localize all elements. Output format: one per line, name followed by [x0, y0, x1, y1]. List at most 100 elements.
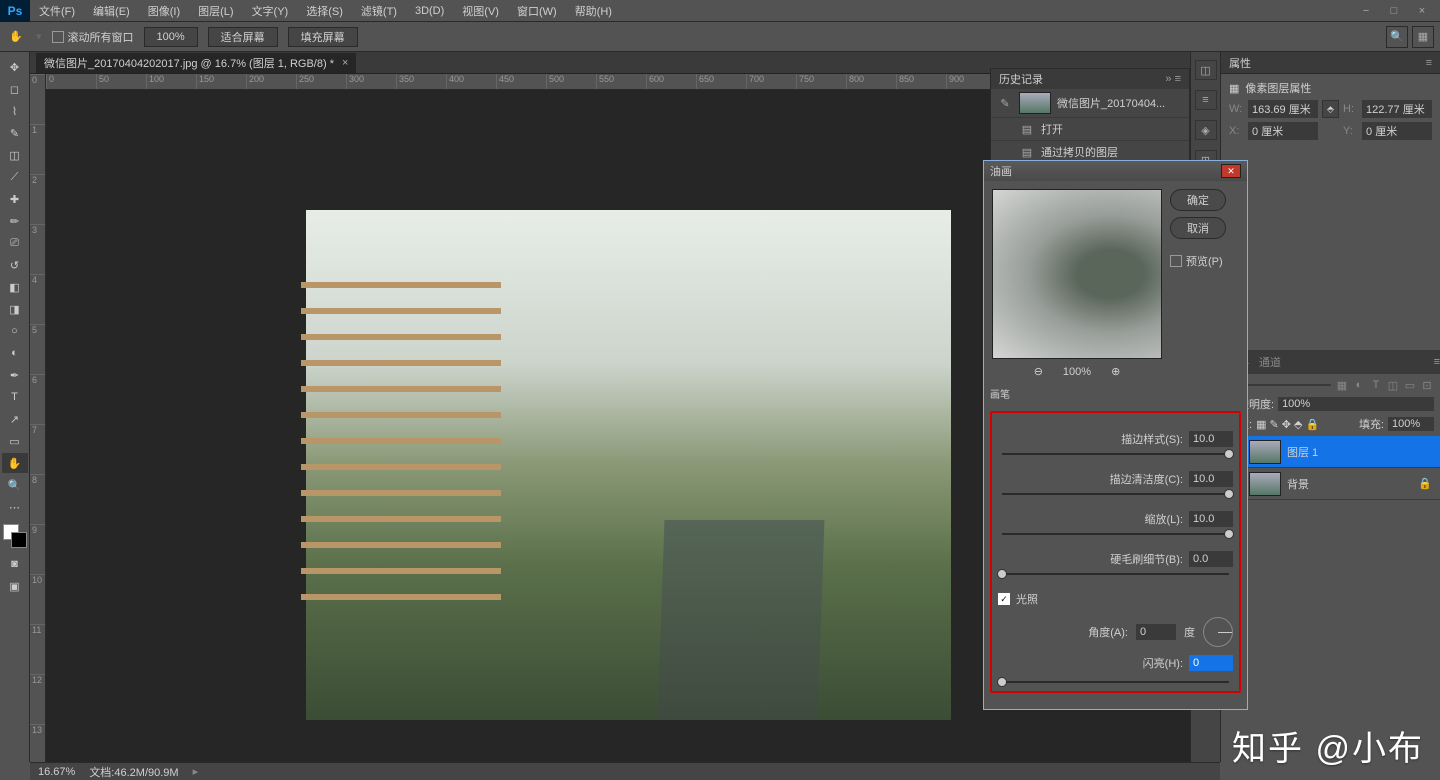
link-icon[interactable]: ⬘ [1322, 100, 1339, 118]
move-tool[interactable]: ✥ [2, 57, 28, 77]
screenmode-tool[interactable]: ▣ [2, 576, 28, 596]
shine-slider[interactable] [997, 677, 1007, 687]
dialog-close-button[interactable]: ✕ [1221, 164, 1241, 178]
eyedropper-tool[interactable]: ⟋ [2, 167, 28, 187]
tools-panel: ✥ ◻ ⌇ ✎ ◫ ⟋ ✚ ✏ ⎚ ↺ ◧ ◨ ○ ◐ ✒ T ↗ ▭ ✋ 🔍 … [0, 52, 30, 762]
right-panels: 属性≡ ▦像素图层属性 W:163.69 厘米 ⬘ H:122.77 厘米 X:… [1220, 52, 1440, 762]
lighting-checkbox[interactable]: ✓ [998, 593, 1010, 605]
height-field[interactable]: 122.77 厘米 [1362, 100, 1432, 118]
filter-preview[interactable] [992, 189, 1162, 359]
channels-tab[interactable]: 通道 [1259, 354, 1281, 370]
menu-3d[interactable]: 3D(D) [406, 0, 453, 22]
layers-panel: 图层 通道 ≡ ▦◐T◫▭⊡ 不透明度:100% 锁定:▦ ✎ ✥ ⬘ 🔒填充:… [1221, 350, 1440, 762]
menu-help[interactable]: 帮助(H) [566, 0, 621, 22]
lasso-tool[interactable]: ⌇ [2, 101, 28, 121]
window-minimize[interactable]: − [1352, 2, 1380, 20]
x-field[interactable]: 0 厘米 [1248, 122, 1318, 140]
hand-tool[interactable]: ✋ [2, 453, 28, 473]
menu-file[interactable]: 文件(F) [30, 0, 84, 22]
menu-layer[interactable]: 图层(L) [189, 0, 242, 22]
dock-icon[interactable]: ≡ [1195, 90, 1217, 110]
layer-row[interactable]: 👁背景🔒 [1221, 468, 1440, 500]
stamp-tool[interactable]: ⎚ [2, 233, 28, 253]
edit-toolbar[interactable]: ⋯ [2, 497, 28, 517]
document-tab[interactable]: 微信图片_2017040420201​7.jpg @ 16.7% (图层 1, … [36, 53, 356, 73]
brush-section-label: 画笔 [990, 386, 1241, 401]
gradient-tool[interactable]: ◨ [2, 299, 28, 319]
properties-tab[interactable]: 属性≡ [1221, 52, 1440, 74]
fill-screen-button[interactable]: 填充屏幕 [288, 27, 358, 47]
window-close[interactable]: × [1408, 2, 1436, 20]
slider-thumb[interactable] [1224, 489, 1234, 499]
search-icon[interactable]: 🔍 [1386, 26, 1408, 48]
zoom-dropdown[interactable]: 100% [144, 27, 198, 47]
quickmask-tool[interactable]: ◙ [2, 554, 28, 574]
menu-filter[interactable]: 滤镜(T) [352, 0, 406, 22]
shine-field[interactable]: 0 [1189, 655, 1233, 671]
status-zoom[interactable]: 16.67% [38, 766, 75, 778]
vertical-ruler: 012345678910111213 [30, 74, 46, 762]
ok-button[interactable]: 确定 [1170, 189, 1226, 211]
menu-bar: Ps 文件(F) 编辑(E) 图像(I) 图层(L) 文字(Y) 选择(S) 滤… [0, 0, 1440, 22]
color-swatches[interactable] [3, 524, 27, 548]
slider-value[interactable]: 10.0 [1189, 511, 1233, 527]
layer-row[interactable]: 👁图层 1 [1221, 436, 1440, 468]
y-field[interactable]: 0 厘米 [1362, 122, 1432, 140]
dock-icon[interactable]: ◈ [1195, 120, 1217, 140]
scroll-all-checkbox[interactable]: 滚动所有窗口 [52, 29, 134, 45]
workspace-icon[interactable]: ▦ [1412, 26, 1434, 48]
zoom-out-icon[interactable]: ⊖ [1034, 365, 1043, 378]
zoom-level: 100% [1063, 366, 1091, 378]
tab-close-icon[interactable]: × [342, 57, 348, 69]
menu-text[interactable]: 文字(Y) [243, 0, 298, 22]
fit-screen-button[interactable]: 适合屏幕 [208, 27, 278, 47]
fill-field[interactable]: 100% [1388, 417, 1434, 431]
angle-label: 角度(A): [998, 624, 1128, 640]
width-field[interactable]: 163.69 厘米 [1248, 100, 1318, 118]
canvas-image [306, 210, 951, 720]
history-brush-tool[interactable]: ↺ [2, 255, 28, 275]
brush-tool[interactable]: ✏ [2, 211, 28, 231]
slider-thumb[interactable] [1224, 449, 1234, 459]
zoom-in-icon[interactable]: ⊕ [1111, 365, 1120, 378]
cancel-button[interactable]: 取消 [1170, 217, 1226, 239]
slider-thumb[interactable] [1224, 529, 1234, 539]
status-bar: 16.67% 文档:46.2M/90.9M ▸ [30, 762, 1220, 780]
slider-value[interactable]: 10.0 [1189, 431, 1233, 447]
heal-tool[interactable]: ✚ [2, 189, 28, 209]
menu-view[interactable]: 视图(V) [453, 0, 508, 22]
menu-edit[interactable]: 编辑(E) [84, 0, 139, 22]
slider-thumb[interactable] [997, 569, 1007, 579]
dodge-tool[interactable]: ◐ [2, 343, 28, 363]
eraser-tool[interactable]: ◧ [2, 277, 28, 297]
dialog-titlebar[interactable]: 油画 ✕ [984, 161, 1247, 181]
angle-dial[interactable] [1203, 617, 1233, 647]
status-doc-size: 文档:46.2M/90.9M [89, 764, 178, 780]
window-maximize[interactable]: □ [1380, 2, 1408, 20]
wand-tool[interactable]: ✎ [2, 123, 28, 143]
blur-tool[interactable]: ○ [2, 321, 28, 341]
dock-icon[interactable]: ◫ [1195, 60, 1217, 80]
type-tool[interactable]: T [2, 387, 28, 407]
document-title: 微信图片_2017040420201​7.jpg @ 16.7% (图层 1, … [44, 55, 334, 71]
preview-checkbox[interactable]: 预览(P) [1170, 253, 1226, 269]
opacity-field[interactable]: 100% [1278, 397, 1434, 411]
angle-field[interactable]: 0 [1136, 624, 1176, 640]
dialog-title: 油画 [990, 163, 1012, 179]
history-snapshot[interactable]: ✎微信图片_20170404... [991, 89, 1189, 118]
marquee-tool[interactable]: ◻ [2, 79, 28, 99]
zoom-tool[interactable]: 🔍 [2, 475, 28, 495]
slider-value[interactable]: 0.0 [1189, 551, 1233, 567]
history-item[interactable]: ▤打开 [991, 118, 1189, 141]
history-panel: 历史记录» ≡ ✎微信图片_20170404... ▤打开 ▤通过拷贝的图层 [990, 68, 1190, 165]
shape-tool[interactable]: ▭ [2, 431, 28, 451]
menu-image[interactable]: 图像(I) [139, 0, 189, 22]
slider-value[interactable]: 10.0 [1189, 471, 1233, 487]
menu-select[interactable]: 选择(S) [297, 0, 352, 22]
crop-tool[interactable]: ◫ [2, 145, 28, 165]
menu-window[interactable]: 窗口(W) [508, 0, 566, 22]
path-tool[interactable]: ↗ [2, 409, 28, 429]
hand-tool-icon: ✋ [6, 27, 26, 47]
layer-thumbnail [1249, 440, 1281, 464]
pen-tool[interactable]: ✒ [2, 365, 28, 385]
